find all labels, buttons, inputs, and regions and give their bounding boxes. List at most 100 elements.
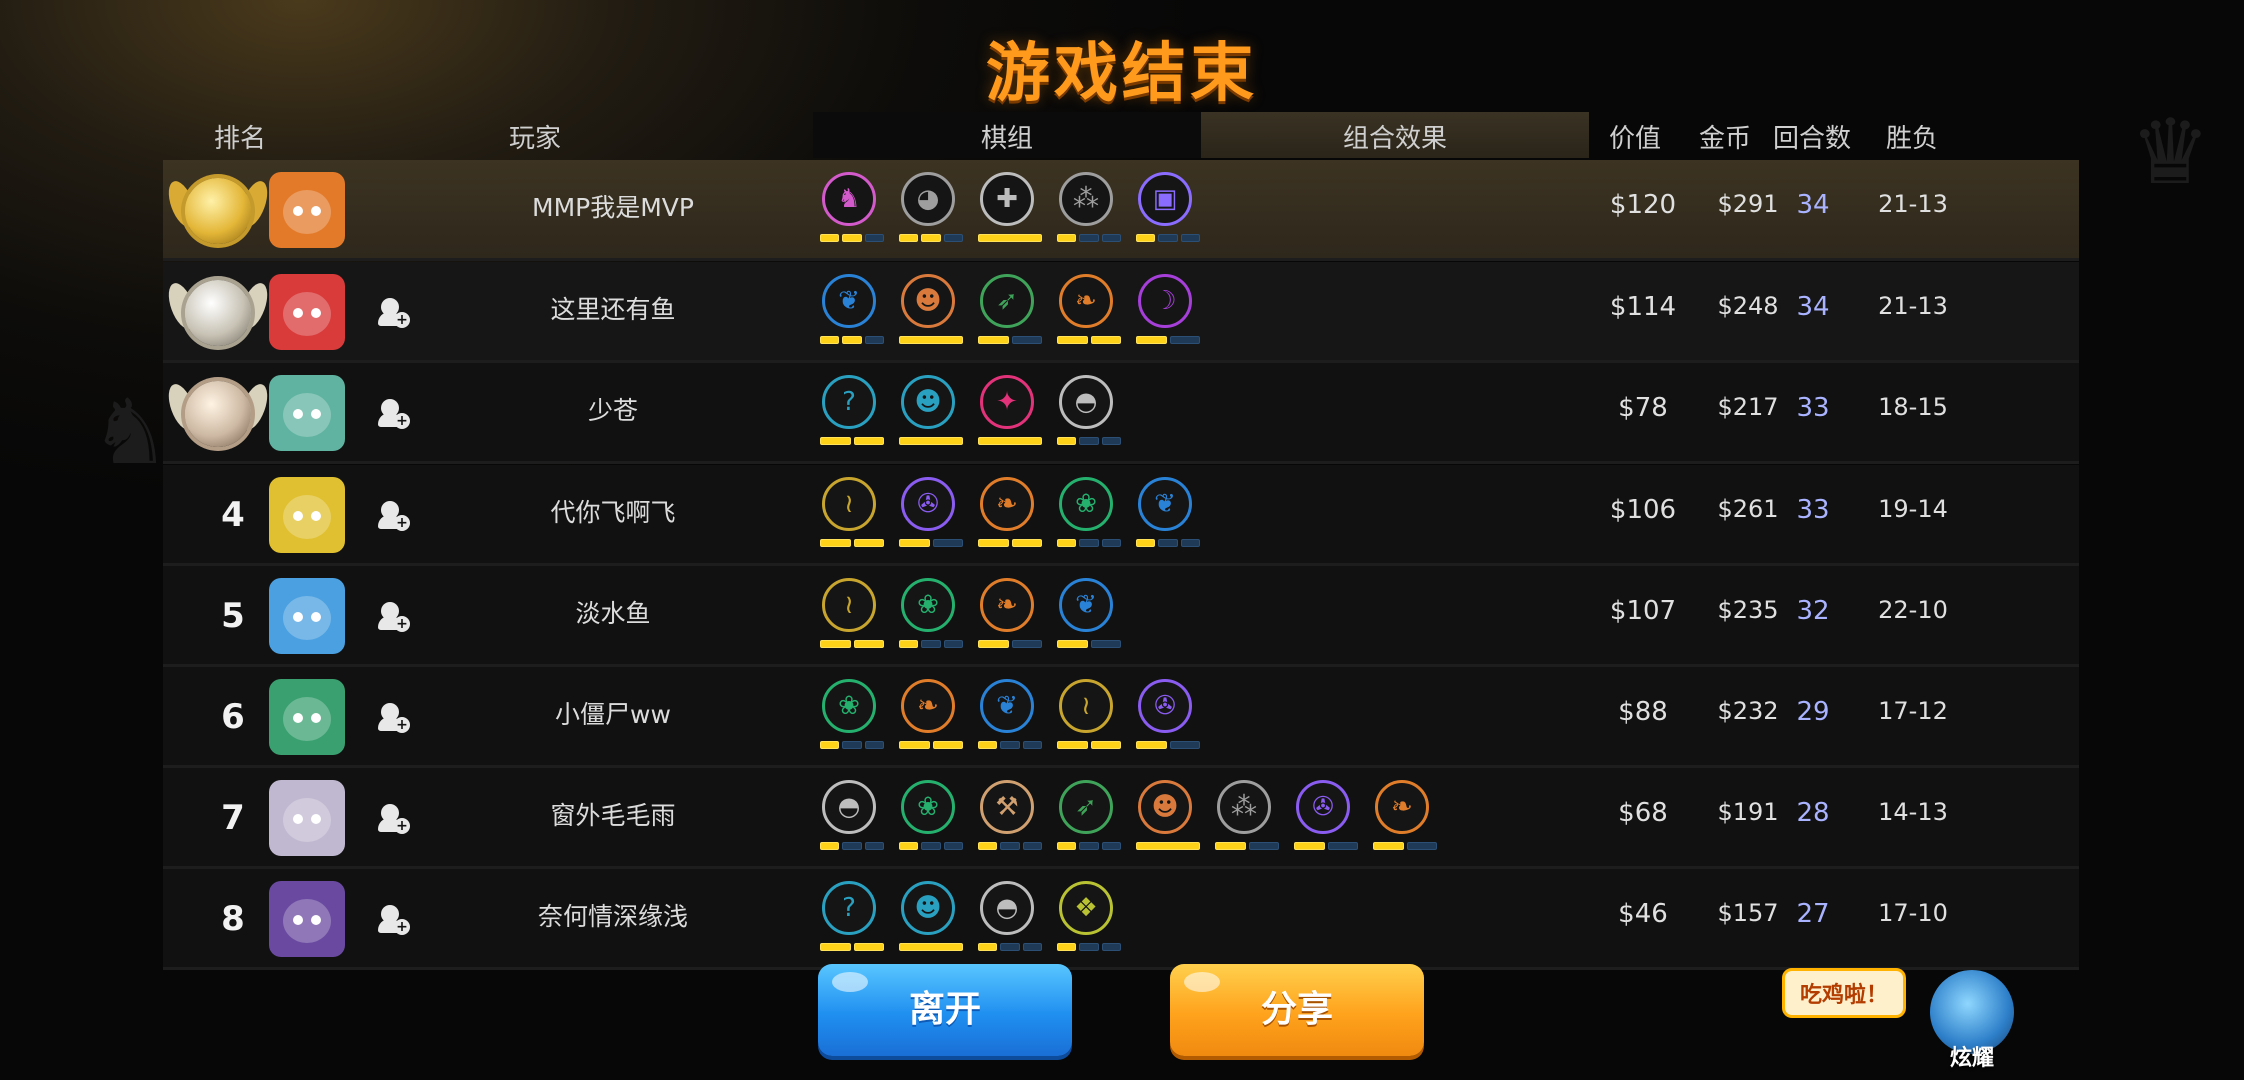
synergy-badge[interactable]: ⚒ <box>978 780 1042 862</box>
share-button-label: 分享 <box>1260 989 1333 1030</box>
synergy-badge[interactable]: ☽ <box>1136 274 1200 356</box>
avatar[interactable] <box>269 274 345 350</box>
penguin-icon: ◕ <box>901 172 955 226</box>
synergy-badge[interactable]: ✇ <box>1294 780 1358 862</box>
rounds-count: 33 <box>1796 495 1830 525</box>
avatar[interactable] <box>269 477 345 553</box>
synergy-badge[interactable]: ❀ <box>820 679 884 761</box>
synergy-badge[interactable]: ≀ <box>1057 679 1121 761</box>
synergy-badge[interactable]: ❦ <box>978 679 1042 761</box>
table-row: 6 + 小僵尸ww ❀ ❧ ❦ ≀ ✇ $88 $232 29 17-12 <box>163 667 2079 768</box>
avatar-eye <box>311 814 321 824</box>
synergy-badge[interactable]: ❀ <box>1057 477 1121 559</box>
synergy-badge[interactable]: ✇ <box>1136 679 1200 761</box>
avatar-face <box>283 393 331 437</box>
synergy-badge[interactable]: ? <box>820 881 884 963</box>
net-worth: $120 <box>1609 190 1677 220</box>
avatar[interactable] <box>269 578 345 654</box>
add-friend-plus: + <box>394 818 410 834</box>
synergy-badge[interactable]: ≀ <box>820 477 884 559</box>
add-friend-icon[interactable]: + <box>378 804 410 834</box>
synergy-badge[interactable]: ◕ <box>899 172 963 254</box>
level-bar-segment <box>1079 234 1099 242</box>
win-loss: 14-13 <box>1878 798 1948 826</box>
synergy-badge[interactable]: ❧ <box>978 477 1042 559</box>
synergy-level-bars <box>820 234 884 244</box>
synergy-badge[interactable]: ❀ <box>899 578 963 660</box>
synergy-badge[interactable]: ◓ <box>820 780 884 862</box>
level-bar-segment <box>943 234 963 242</box>
synergy-badge[interactable]: ◓ <box>1057 375 1121 457</box>
synergy-badge[interactable]: ✚ <box>978 172 1042 254</box>
synergy-badge[interactable]: ❀ <box>899 780 963 862</box>
level-bar-segment <box>1057 842 1077 850</box>
synergy-badge[interactable]: ☻ <box>899 375 963 457</box>
add-friend-icon[interactable]: + <box>378 501 410 531</box>
brag-speech-bubble[interactable]: 吃鸡啦！ <box>1782 968 1906 1018</box>
synergy-badge[interactable]: ♞ <box>820 172 884 254</box>
leaf-icon: ❧ <box>1059 274 1113 328</box>
header-price: 价值 <box>1608 124 1661 154</box>
synergy-level-bars <box>899 539 963 549</box>
synergy-level-bars <box>820 336 884 346</box>
cross-icon: ✚ <box>980 172 1034 226</box>
add-friend-icon[interactable]: + <box>378 905 410 935</box>
synergy-badge[interactable]: ➶ <box>1057 780 1121 862</box>
level-bar-segment <box>853 943 884 951</box>
synergy-badge[interactable]: ✇ <box>899 477 963 559</box>
synergy-badge[interactable]: ❧ <box>1373 780 1437 862</box>
level-bar-segment <box>1136 741 1167 749</box>
synergy-badge[interactable]: ➶ <box>978 274 1042 356</box>
synergy-level-bars <box>1215 842 1279 852</box>
win-loss: 18-15 <box>1878 393 1948 421</box>
add-friend-icon[interactable]: + <box>378 703 410 733</box>
synergy-badge[interactable]: ✦ <box>978 375 1042 457</box>
add-friend-icon[interactable]: + <box>378 602 410 632</box>
synergy-badge[interactable]: ❦ <box>820 274 884 356</box>
synergy-badge[interactable]: ⁂ <box>1057 172 1121 254</box>
synergy-badge[interactable]: ⁂ <box>1215 780 1279 862</box>
synergy-badge[interactable]: ≀ <box>820 578 884 660</box>
synergy-badge[interactable]: ❧ <box>899 679 963 761</box>
level-bar-segment <box>1169 741 1200 749</box>
add-friend-icon[interactable]: + <box>378 399 410 429</box>
synergy-badge[interactable]: ❧ <box>1057 274 1121 356</box>
avatar[interactable] <box>269 172 345 248</box>
share-button[interactable]: 分享 <box>1170 964 1424 1056</box>
synergy-level-bars <box>1136 234 1200 244</box>
synergy-badge[interactable]: ☻ <box>1136 780 1200 862</box>
level-bar-segment <box>1011 539 1042 547</box>
level-bar-segment <box>1057 943 1077 951</box>
brag-label[interactable]: 炫耀 <box>1930 1040 2014 1072</box>
leave-button[interactable]: 离开 <box>818 964 1072 1056</box>
avatar-eye <box>293 612 303 622</box>
synergy-badge[interactable]: ❦ <box>1136 477 1200 559</box>
synergy-badge[interactable]: ☻ <box>899 274 963 356</box>
player-name: 小僵尸ww <box>555 700 671 729</box>
level-bar-segment <box>978 234 1042 242</box>
avatar[interactable] <box>269 881 345 957</box>
synergy-level-bars <box>978 640 1042 650</box>
level-bar-segment <box>1248 842 1279 850</box>
synergy-badge[interactable]: ▣ <box>1136 172 1200 254</box>
synergy-badge[interactable]: ❖ <box>1057 881 1121 963</box>
synergy-badge[interactable]: ☻ <box>899 881 963 963</box>
level-bar-segment <box>1057 741 1088 749</box>
synergy-badge[interactable]: ❦ <box>1057 578 1121 660</box>
synergy-badge[interactable]: ? <box>820 375 884 457</box>
add-friend-plus: + <box>394 515 410 531</box>
avatar-eye <box>293 409 303 419</box>
avatar[interactable] <box>269 679 345 755</box>
synergy-badge[interactable]: ◓ <box>978 881 1042 963</box>
avatar-eye <box>311 915 321 925</box>
goblin-icon: ☻ <box>901 375 955 429</box>
level-bar-segment <box>864 741 884 749</box>
synergy-badge[interactable]: ❧ <box>978 578 1042 660</box>
avatar[interactable] <box>269 780 345 856</box>
tab-deck[interactable]: 棋组 <box>813 118 1201 155</box>
tab-combo[interactable]: 组合效果 <box>1201 118 1589 155</box>
synergy-level-bars <box>820 943 884 953</box>
add-friend-icon[interactable]: + <box>378 298 410 328</box>
axe-icon: ⚒ <box>980 780 1034 834</box>
avatar[interactable] <box>269 375 345 451</box>
